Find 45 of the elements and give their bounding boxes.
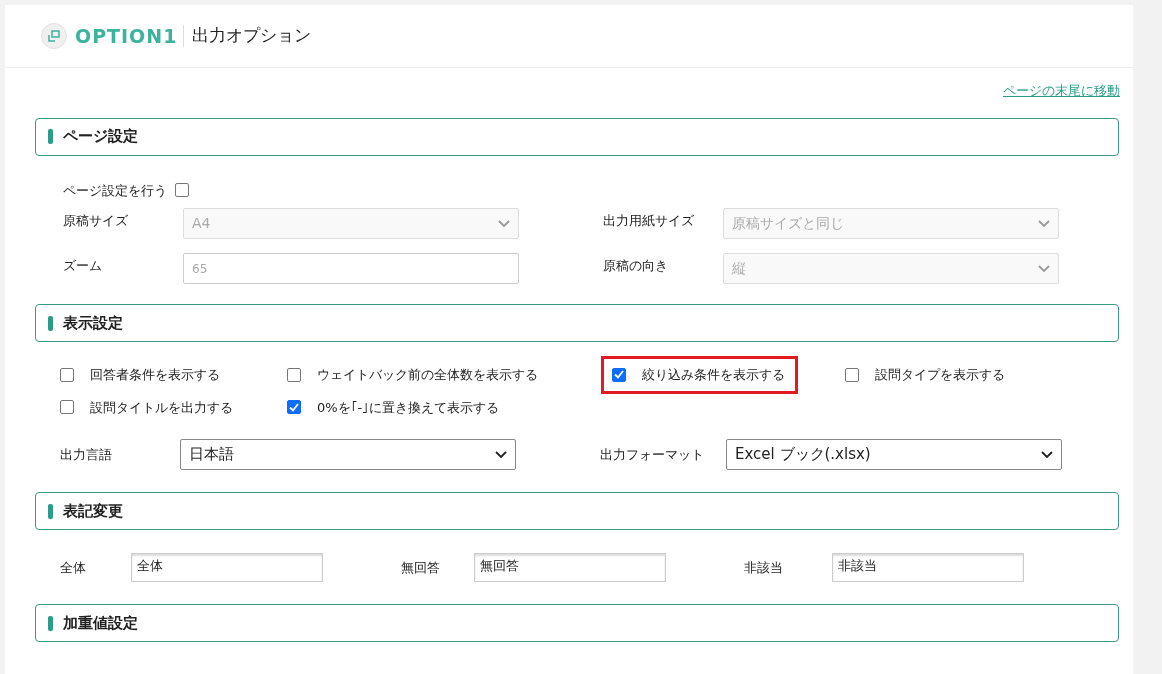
text-field[interactable]: 無回答 [474,553,666,582]
checkbox[interactable] [287,367,301,382]
option-label: ウェイトバック前の全体数を表示する [317,366,538,384]
checkbox[interactable] [287,400,301,415]
field-label: 非該当 [744,558,784,577]
setting-label: ページ設定を行う [63,181,167,200]
field-label: 無回答 [401,558,441,577]
option-label: 0%を｢-｣に置き換えて表示する [317,398,500,417]
field-label: 出力フォーマット [600,445,705,464]
section-marker [48,503,53,519]
logo-text: OPTION1 [75,25,185,47]
section-marker [48,129,53,144]
checkbox[interactable] [60,400,74,415]
checkbox[interactable] [175,183,189,198]
chevron-icon [495,450,507,459]
section-title: ページ設定 [63,126,138,148]
jump-link[interactable]: ページの末尾に移動 [1003,81,1120,101]
checkbox[interactable] [612,367,626,382]
chevron-icon [1041,450,1053,459]
field-label: 原稿の向き [603,257,669,275]
section-title: 加重値設定 [63,612,138,634]
field-label: 出力用紙サイズ [603,212,695,230]
text-field[interactable]: 全体 [131,553,323,582]
option-label: 設問タイトルを出力する [90,398,233,417]
option-label: 絞り込み条件を表示する [642,366,785,384]
chevron-icon [498,219,510,228]
field-label: ズーム [63,257,103,275]
checkbox[interactable] [845,367,859,382]
option-label: 回答者条件を表示する [90,366,220,384]
page-title: 出力オプション [192,24,312,48]
section-marker [48,615,53,631]
chevron-icon [1038,264,1050,273]
section-title: 表示設定 [63,312,123,334]
select-field[interactable]: 日本語 [180,439,516,470]
option-label: 設問タイプを表示する [875,366,1005,384]
select-field[interactable]: Excel ブック(.xlsx) [726,439,1062,470]
section-marker [48,315,53,331]
text-field[interactable]: 非該当 [832,553,1024,582]
section-title: 表記変更 [63,500,123,522]
checkbox[interactable] [60,367,74,382]
field-label: 出力言語 [60,445,113,464]
chevron-icon [1038,219,1050,228]
field-label: 全体 [60,558,87,577]
logo-icon [41,23,67,49]
field-label: 原稿サイズ [63,212,129,230]
